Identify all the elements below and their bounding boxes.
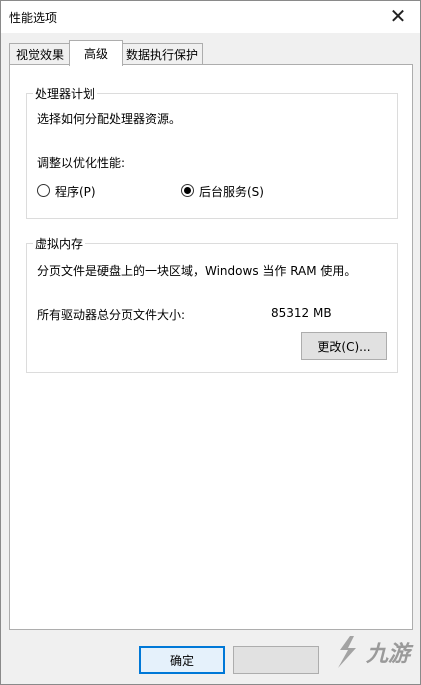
- radio-programs-button[interactable]: [37, 184, 50, 197]
- watermark-logo-icon: [338, 636, 356, 668]
- title-bar: 性能选项 ✕: [1, 1, 420, 33]
- tab-strip: 视觉效果 高级 数据执行保护: [9, 40, 409, 66]
- change-button[interactable]: 更改(C)...: [301, 332, 387, 360]
- cancel-button[interactable]: [233, 646, 319, 674]
- virtual-memory-description: 分页文件是硬盘上的一块区域，Windows 当作 RAM 使用。: [37, 264, 357, 278]
- performance-options-dialog: 性能选项 ✕ 视觉效果 高级 数据执行保护 处理器计划 选择如何分配处理器资源。…: [0, 0, 421, 685]
- processor-description: 选择如何分配处理器资源。: [37, 112, 182, 126]
- watermark-text: 九游: [366, 642, 411, 667]
- radio-services-label: 后台服务(S): [199, 185, 264, 199]
- tab-visual-effects[interactable]: 视觉效果: [9, 43, 71, 65]
- radio-programs-label: 程序(P): [55, 185, 96, 199]
- advanced-tab-panel: 处理器计划 选择如何分配处理器资源。 调整以优化性能: 程序(P) 后台服务(S…: [9, 64, 413, 630]
- window-title: 性能选项: [9, 11, 58, 25]
- paging-total-value: 85312 MB: [271, 306, 332, 320]
- tab-data-execution-prevention[interactable]: 数据执行保护: [121, 43, 203, 65]
- radio-programs[interactable]: 程序(P): [37, 182, 167, 200]
- virtual-memory-title: 虚拟内存: [33, 235, 86, 252]
- processor-scheduling-title: 处理器计划: [33, 85, 98, 102]
- radio-services-button[interactable]: [181, 184, 194, 197]
- site-watermark: 九游: [332, 630, 412, 674]
- tab-advanced[interactable]: 高级: [69, 40, 123, 66]
- virtual-memory-group: 虚拟内存 分页文件是硬盘上的一块区域，Windows 当作 RAM 使用。 所有…: [26, 235, 398, 373]
- optimize-label: 调整以优化性能:: [37, 156, 126, 170]
- close-button[interactable]: ✕: [376, 1, 420, 31]
- ok-button[interactable]: 确定: [139, 646, 225, 674]
- close-icon: ✕: [389, 4, 407, 28]
- paging-total-label: 所有驱动器总分页文件大小:: [37, 308, 186, 322]
- processor-scheduling-group: 处理器计划 选择如何分配处理器资源。 调整以优化性能: 程序(P) 后台服务(S…: [26, 85, 398, 219]
- radio-background-services[interactable]: 后台服务(S): [181, 182, 331, 200]
